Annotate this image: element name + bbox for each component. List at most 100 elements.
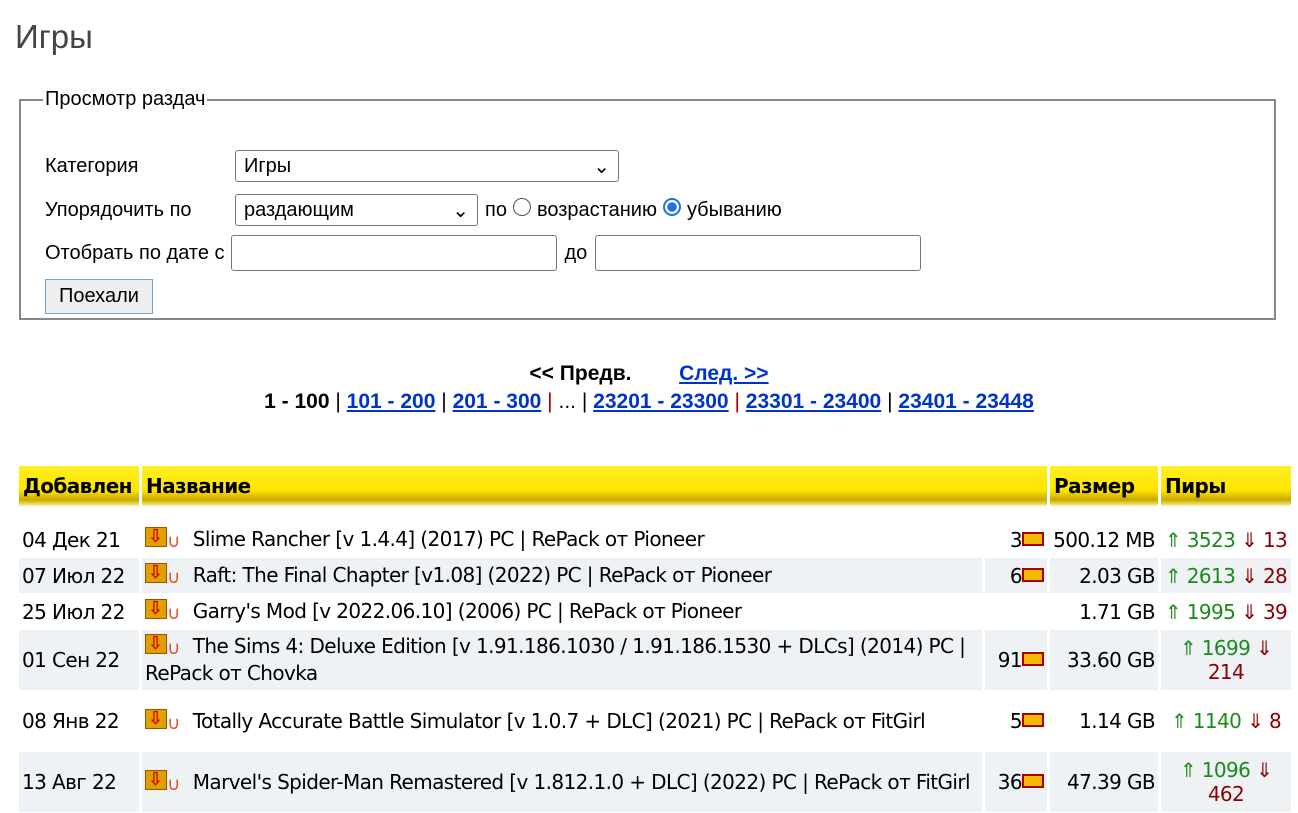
torrent-title-link[interactable]: Garry's Mod [v 2022.06.10] (2006) PC | R… [193, 599, 742, 623]
leech-arrow-icon: ⇓ [1241, 599, 1258, 624]
size-cell: 47.39 GB [1050, 752, 1158, 812]
pager-nav: << Предв. След. >> [0, 362, 1298, 386]
magnet-icon[interactable]: ∪ [167, 635, 187, 659]
size-cell: 2.03 GB [1050, 558, 1158, 593]
download-icon[interactable] [145, 559, 167, 586]
date-cell: 01 Сен 22 [19, 630, 139, 690]
comment-count[interactable]: 36 [998, 770, 1023, 794]
table-row: 01 Сен 22 ∪ The Sims 4: Deluxe Edition [… [19, 630, 1291, 690]
leech-arrow-icon: ⇓ [1241, 527, 1258, 552]
by-label: по [485, 198, 507, 221]
comment-icon [1022, 567, 1044, 582]
current-page: 1 - 100 [264, 390, 330, 413]
seeders: 1699 [1201, 636, 1251, 660]
torrent-title-link[interactable]: Totally Accurate Battle Simulator [v 1.0… [193, 709, 926, 733]
magnet-icon[interactable]: ∪ [167, 564, 187, 588]
date-to-label: до [564, 241, 588, 264]
seed-arrow-icon: ⇑ [1179, 636, 1197, 660]
download-icon[interactable] [145, 630, 167, 657]
filter-legend: Просмотр раздач [45, 88, 206, 110]
torrent-title-link[interactable]: Raft: The Final Chapter [v1.08] (2022) P… [193, 563, 772, 587]
header-date[interactable]: Добавлен [19, 466, 139, 506]
seeders: 3523 [1186, 527, 1236, 552]
header-peers[interactable]: Пиры [1161, 466, 1291, 506]
size-cell: 33.60 GB [1050, 630, 1158, 690]
comment-count[interactable]: 6 [1010, 564, 1023, 588]
magnet-icon[interactable]: ∪ [167, 528, 187, 552]
chevron-down-icon: ⌄ [593, 155, 610, 178]
comment-icon [1022, 652, 1044, 666]
comment-count[interactable]: 5 [1010, 709, 1023, 733]
table-row: 08 Янв 22 ∪ Totally Accurate Battle Simu… [19, 691, 1291, 751]
date-cell: 25 Июл 22 [19, 594, 139, 629]
page-link[interactable]: 101 - 200 [347, 390, 436, 413]
leechers: 214 [1207, 660, 1245, 684]
page-link[interactable]: 23301 - 23400 [746, 390, 881, 413]
seed-arrow-icon: ⇑ [1164, 527, 1182, 552]
seed-arrow-icon: ⇑ [1164, 563, 1182, 588]
page-link[interactable]: 23201 - 23300 [593, 390, 728, 413]
header-size[interactable]: Размер [1050, 466, 1158, 506]
page-link[interactable]: 23401 - 23448 [898, 390, 1033, 413]
table-row: 25 Июл 22 ∪ Garry's Mod [v 2022.06.10] (… [19, 594, 1291, 629]
seed-arrow-icon: ⇑ [1179, 758, 1197, 782]
magnet-icon[interactable]: ∪ [167, 600, 187, 624]
header-name[interactable]: Название [142, 466, 1047, 506]
seed-arrow-icon: ⇑ [1164, 599, 1182, 624]
desc-radio[interactable] [662, 198, 681, 216]
asc-label: возрастанию [536, 198, 657, 221]
download-icon[interactable] [145, 766, 167, 793]
order-value: раздающим [244, 198, 354, 221]
download-icon[interactable] [145, 595, 167, 622]
seeders: 1995 [1186, 599, 1236, 624]
seed-arrow-icon: ⇑ [1170, 709, 1188, 733]
table-row: 04 Дек 21 ∪ Slime Rancher [v 1.4.4] (201… [19, 522, 1291, 557]
download-icon[interactable] [145, 705, 167, 732]
order-select[interactable]: раздающим ⌄ [235, 194, 478, 226]
torrent-title-link[interactable]: The Sims 4: Deluxe Edition [v 1.91.186.1… [145, 634, 966, 685]
date-label: Отобрать по дате с [45, 241, 225, 264]
comment-icon [1022, 531, 1044, 546]
size-cell: 500.12 MB [1053, 527, 1156, 552]
leechers: 28 [1262, 563, 1288, 588]
pager-ellipsis: ... [558, 390, 576, 413]
size-cell: 1.14 GB [1079, 709, 1156, 733]
leech-arrow-icon: ⇓ [1247, 709, 1264, 733]
leech-arrow-icon: ⇓ [1256, 758, 1273, 782]
comment-count[interactable]: 3 [1010, 528, 1023, 552]
leech-arrow-icon: ⇓ [1256, 636, 1273, 660]
date-from-input[interactable] [230, 235, 557, 271]
order-label: Упорядочить по [45, 198, 192, 221]
date-to-input[interactable] [595, 235, 922, 271]
magnet-icon[interactable]: ∪ [167, 710, 187, 734]
page-link[interactable]: 201 - 300 [453, 390, 542, 413]
comment-icon [1022, 713, 1044, 727]
date-cell: 13 Авг 22 [19, 752, 139, 812]
magnet-icon[interactable]: ∪ [167, 771, 187, 795]
torrent-title-link[interactable]: Marvel's Spider-Man Remastered [v 1.812.… [193, 770, 971, 794]
size-cell: 1.71 GB [1079, 599, 1156, 624]
submit-button[interactable]: Поехали [45, 278, 153, 314]
pager-pages: 1 - 100 | 101 - 200 | 201 - 300 | ... | … [264, 390, 1034, 413]
category-label: Категория [45, 154, 139, 177]
seeders: 1140 [1192, 709, 1242, 733]
leech-arrow-icon: ⇓ [1241, 563, 1258, 588]
torrent-title-link[interactable]: Slime Rancher [v 1.4.4] (2017) PC | RePa… [193, 527, 705, 551]
table-row: 07 Июл 22 ∪ Raft: The Final Chapter [v1.… [19, 558, 1291, 593]
seeders: 2613 [1186, 563, 1236, 588]
category-value: Игры [244, 154, 292, 177]
leechers: 462 [1207, 782, 1245, 806]
next-link[interactable]: След. >> [679, 362, 768, 385]
date-cell: 07 Июл 22 [19, 558, 139, 593]
torrents-table: Добавлен Название Размер Пиры 04 Дек 21 … [16, 465, 1294, 813]
download-icon[interactable] [145, 523, 167, 550]
category-select[interactable]: Игры ⌄ [235, 150, 619, 182]
comment-count[interactable]: 91 [998, 648, 1023, 672]
date-cell: 04 Дек 21 [19, 522, 139, 557]
leechers: 13 [1262, 527, 1288, 552]
table-row: 13 Авг 22 ∪ Marvel's Spider-Man Remaster… [19, 752, 1291, 812]
leechers: 39 [1262, 599, 1288, 624]
asc-radio[interactable] [512, 198, 531, 216]
comment-icon [1022, 774, 1044, 788]
prev-link: << Предв. [529, 362, 632, 385]
